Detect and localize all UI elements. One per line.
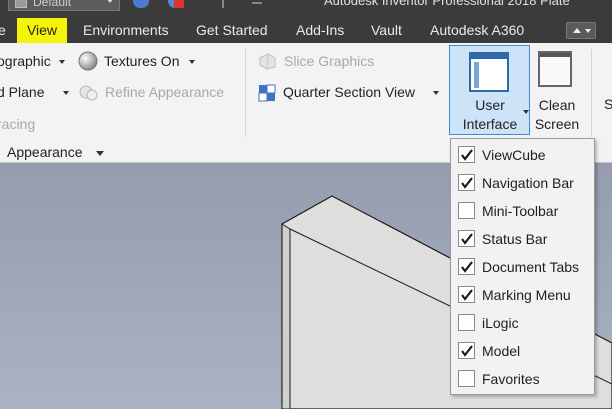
menu-item-label: Marking Menu <box>482 287 571 303</box>
title-bar: Default Autodesk Inventor Professional 2… <box>0 0 612 18</box>
checkbox[interactable] <box>458 202 475 219</box>
menu-item-favorites[interactable]: Favorites <box>451 365 594 393</box>
menu-item-label: Model <box>482 343 521 359</box>
slice-graphics-button[interactable]: Slice Graphics <box>284 53 374 69</box>
menu-item-label: Favorites <box>482 371 540 387</box>
panel-separator <box>591 49 592 137</box>
tab-autodesk-a360[interactable]: Autodesk A360 <box>430 18 524 43</box>
user-interface-label-line1: User <box>475 97 505 113</box>
visual-style-dropdown[interactable]: ographic <box>0 53 51 69</box>
appearance-combo-value: Default <box>33 0 72 9</box>
clean-screen-button[interactable]: Clean Screen <box>532 45 582 135</box>
checkmark-icon <box>461 177 473 189</box>
appearance-combo[interactable]: Default <box>8 0 120 11</box>
tab-get-started[interactable]: Get Started <box>196 18 268 43</box>
chevron-down-icon <box>96 151 104 156</box>
menu-item-status-bar[interactable]: Status Bar <box>451 225 594 253</box>
menu-item-document-tabs[interactable]: Document Tabs <box>451 253 594 281</box>
chevron-down-icon <box>433 91 439 95</box>
checkbox[interactable] <box>458 174 475 191</box>
partial-button-label[interactable]: S <box>604 96 612 112</box>
textures-dropdown[interactable]: Textures On <box>104 53 179 69</box>
ray-tracing-button[interactable]: racing <box>0 116 35 132</box>
checkbox[interactable] <box>458 370 475 387</box>
checkbox[interactable] <box>458 286 475 303</box>
divider-icon <box>222 0 234 8</box>
checkmark-icon <box>461 261 473 273</box>
chevron-down-icon <box>63 91 69 95</box>
checkmark-icon <box>461 233 473 245</box>
customize-icon[interactable] <box>252 2 262 4</box>
checkmark-icon <box>461 149 473 161</box>
chevron-down-icon <box>106 0 114 3</box>
user-interface-menu: ViewCube Navigation Bar Mini-Toolbar Sta… <box>450 138 595 395</box>
app-title: Autodesk Inventor Professional 2018 Plat… <box>324 0 570 8</box>
sphere-icon <box>78 51 98 71</box>
checkbox[interactable] <box>458 258 475 275</box>
chevron-up-icon <box>573 28 581 33</box>
menu-item-model[interactable]: Model <box>451 337 594 365</box>
user-interface-button[interactable]: User Interface <box>449 45 530 135</box>
menu-item-label: Mini-Toolbar <box>482 203 559 219</box>
panel-separator <box>245 49 246 137</box>
clean-screen-label-line2: Screen <box>534 116 580 132</box>
box-icon <box>15 0 27 8</box>
menu-item-ilogic[interactable]: iLogic <box>451 309 594 337</box>
menu-item-label: Status Bar <box>482 231 548 247</box>
refine-appearance-button[interactable]: Refine Appearance <box>105 84 224 100</box>
menu-item-marking-menu[interactable]: Marking Menu <box>451 281 594 309</box>
checkbox[interactable] <box>458 146 475 163</box>
menu-item-navigation-bar[interactable]: Navigation Bar <box>451 169 594 197</box>
globe-icon[interactable] <box>133 0 149 8</box>
menu-item-label: Navigation Bar <box>482 175 574 191</box>
checkmark-icon <box>461 289 473 301</box>
globe-delete-icon[interactable] <box>168 0 184 8</box>
menu-item-label: Document Tabs <box>482 259 580 275</box>
checkmark-icon <box>461 345 473 357</box>
quarter-section-icon <box>258 84 276 102</box>
tab-environments[interactable]: Environments <box>83 18 169 43</box>
spheres-icon <box>79 85 98 101</box>
user-interface-label-line2: Interface <box>462 116 518 132</box>
tab-add-ins[interactable]: Add-Ins <box>296 18 344 43</box>
window-icon <box>538 51 572 87</box>
ground-plane-dropdown[interactable]: d Plane <box>0 84 44 100</box>
chevron-down-icon <box>59 60 65 64</box>
menu-item-viewcube[interactable]: ViewCube <box>451 141 594 169</box>
tab-view[interactable]: View <box>17 18 67 43</box>
menu-item-label: ViewCube <box>482 147 546 163</box>
clean-screen-label-line1: Clean <box>538 97 576 113</box>
ribbon-tabs: e View Environments Get Started Add-Ins … <box>0 18 612 43</box>
checkbox[interactable] <box>458 230 475 247</box>
tab-partial[interactable]: e <box>0 18 8 43</box>
chevron-down-icon <box>585 29 591 33</box>
cube-slice-icon <box>259 53 276 70</box>
chevron-down-icon <box>189 60 195 64</box>
ribbon-minimize-button[interactable] <box>566 22 596 39</box>
checkbox[interactable] <box>458 314 475 331</box>
tab-vault[interactable]: Vault <box>371 18 402 43</box>
checkbox[interactable] <box>458 342 475 359</box>
window-icon <box>469 52 509 92</box>
chevron-down-icon <box>523 110 529 114</box>
menu-item-label: iLogic <box>482 315 519 331</box>
appearance-panel-label[interactable]: Appearance <box>7 144 83 160</box>
menu-item-mini-toolbar[interactable]: Mini-Toolbar <box>451 197 594 225</box>
quarter-section-dropdown[interactable]: Quarter Section View <box>283 84 415 100</box>
